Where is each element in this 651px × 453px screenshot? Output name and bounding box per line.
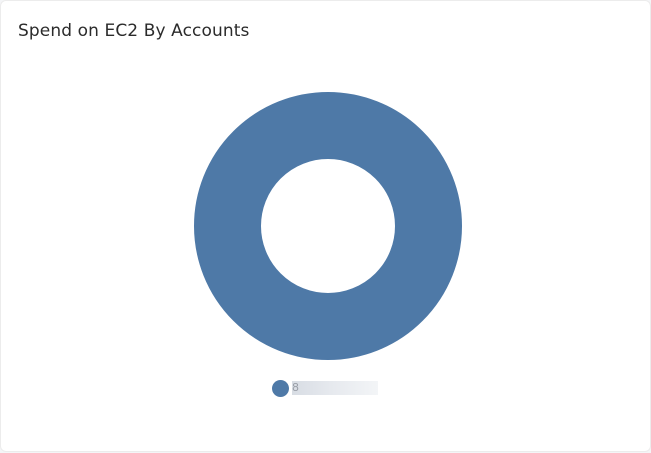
donut-slice-0[interactable] [194,92,462,360]
donut-slices [194,92,462,360]
legend-swatch [272,379,289,397]
legend-label: 8 [292,381,378,395]
chart-card: Spend on EC2 By Accounts 8 [0,0,651,452]
chart-legend[interactable]: 8 [272,379,378,397]
